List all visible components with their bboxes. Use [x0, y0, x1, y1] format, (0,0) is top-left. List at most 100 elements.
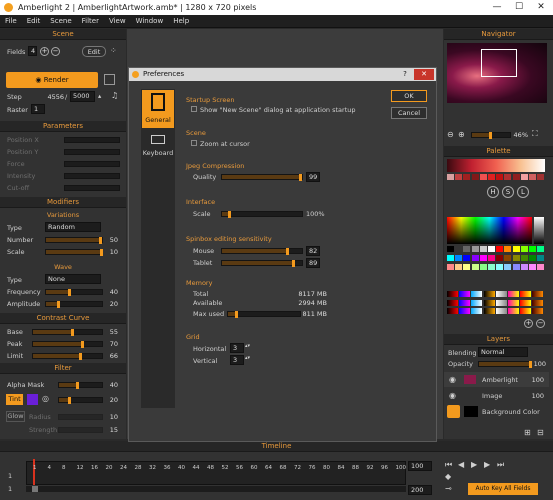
palette-gradient-swatch[interactable] [447, 308, 458, 314]
fields-input[interactable]: 4 [28, 46, 37, 56]
scatter-icon[interactable]: ⁘ [110, 46, 117, 55]
palette-swatch[interactable] [471, 174, 479, 180]
ok-button[interactable]: OK [391, 90, 427, 102]
palette-swatch[interactable] [488, 264, 495, 270]
blending-select[interactable]: Normal [478, 347, 528, 357]
palette-swatch[interactable] [496, 246, 504, 252]
grid-vertical-input[interactable]: 3 [230, 355, 244, 365]
memory-maxused-slider[interactable] [227, 311, 301, 318]
auto-key-button[interactable]: Auto Key All Fields [468, 483, 538, 495]
go-start-icon[interactable]: ⏮ [445, 460, 452, 470]
palette-swatch[interactable] [455, 174, 463, 180]
palette-swatch[interactable] [537, 246, 545, 252]
palette-swatch[interactable] [512, 174, 520, 180]
palette-swatch[interactable] [537, 264, 545, 270]
palette-swatch[interactable] [520, 246, 528, 252]
color-spectrum[interactable] [447, 217, 532, 244]
minimize-button[interactable]: — [486, 0, 508, 15]
timeline-scrollbar[interactable] [26, 486, 406, 492]
amplitude-slider[interactable] [45, 301, 103, 308]
base-slider[interactable] [32, 329, 103, 336]
next-key-icon[interactable]: ▶ [484, 460, 490, 469]
palette-swatch[interactable] [479, 264, 487, 270]
edit-fields-button[interactable]: Edit [82, 46, 106, 57]
limit-slider[interactable] [32, 353, 103, 360]
palette-gradient-swatch[interactable] [495, 299, 507, 306]
tab-keyboard[interactable]: Keyboard [142, 131, 174, 163]
palette-swatch[interactable] [529, 264, 536, 270]
palette-swatch[interactable] [479, 246, 487, 252]
palette-swatch[interactable] [529, 246, 536, 252]
palette-gradient-swatch[interactable] [483, 308, 495, 314]
raster-select[interactable]: 1 [31, 104, 45, 114]
maximize-button[interactable]: ☐ [508, 0, 530, 15]
menu-view[interactable]: View [104, 15, 131, 28]
number-slider[interactable] [45, 237, 103, 244]
palette-gradient-swatch[interactable] [471, 308, 483, 314]
wave-type-select[interactable]: None [45, 274, 101, 284]
palette-gradient-swatch[interactable] [508, 308, 519, 314]
link-icon[interactable]: ⊸ [445, 484, 452, 493]
palette-swatch[interactable] [512, 246, 520, 252]
palette-swatch[interactable] [471, 246, 479, 252]
palette-swatch[interactable] [479, 255, 487, 261]
horizontal-spin-icon[interactable]: ▴▾ [245, 343, 250, 349]
palette-swatch[interactable] [447, 255, 454, 261]
palette-swatch[interactable] [520, 264, 528, 270]
add-field-icon[interactable]: + [40, 47, 49, 56]
palette-gradient-swatch[interactable] [520, 299, 532, 306]
peak-slider[interactable] [32, 341, 103, 348]
brightness-bar[interactable] [534, 217, 544, 244]
tint-color-swatch[interactable] [27, 394, 38, 405]
palette-s-icon[interactable]: S [502, 186, 514, 198]
step-stepper-icon[interactable]: ▴ [98, 92, 101, 100]
palette-swatch[interactable] [496, 255, 504, 261]
palette-gradient-swatch[interactable] [508, 291, 519, 297]
palette-gradient-swatch[interactable] [495, 291, 507, 297]
menu-scene[interactable]: Scene [45, 15, 76, 28]
palette-gradient-swatch[interactable] [508, 299, 519, 306]
navigator-preview[interactable] [447, 43, 547, 103]
zoom-cursor-checkbox[interactable] [191, 140, 197, 146]
palette-swatch[interactable] [463, 255, 471, 261]
palette-gradient-swatch[interactable] [459, 308, 471, 314]
menu-help[interactable]: Help [168, 15, 194, 28]
scale-slider[interactable] [45, 249, 103, 256]
play-icon[interactable]: ▶ [471, 460, 477, 469]
mouse-slider[interactable] [221, 248, 303, 255]
palette-gradient-swatch[interactable] [459, 291, 471, 297]
palette-gradient-swatch[interactable] [447, 291, 458, 297]
palette-swatch[interactable] [537, 174, 545, 180]
palette-swatch[interactable] [529, 174, 536, 180]
vertical-spin-icon[interactable]: ▴▾ [245, 355, 250, 361]
headphones-icon[interactable]: ♫ [111, 91, 118, 100]
palette-swatch[interactable] [455, 246, 463, 252]
timeline-range-field[interactable]: 200 [408, 485, 432, 495]
palette-gradient-swatch[interactable] [447, 299, 458, 306]
dialog-help-button[interactable]: ? [398, 68, 412, 81]
palette-remove-icon[interactable]: − [536, 319, 545, 328]
palette-swatch[interactable] [512, 255, 520, 261]
palette-gradient-swatch[interactable] [459, 299, 471, 306]
frequency-slider[interactable] [45, 289, 103, 296]
interface-scale-slider[interactable] [221, 211, 303, 218]
palette-swatch[interactable] [447, 174, 454, 180]
eye-icon[interactable]: ◉ [449, 391, 456, 400]
palette-swatch[interactable] [504, 246, 512, 252]
zoom-out-icon[interactable]: ⊖ [447, 130, 454, 139]
layer-row[interactable]: Background Color [444, 404, 549, 419]
timeline-ruler[interactable]: 1 4 8 12 16 20 24 28 32 36 40 44 48 52 56 60 64 68 72 76 80 8… [26, 459, 406, 485]
palette-gradient-swatch[interactable] [520, 308, 532, 314]
palette-swatch[interactable] [496, 264, 504, 270]
palette-swatch[interactable] [496, 174, 504, 180]
menu-file[interactable]: File [0, 15, 22, 28]
background-eye-icon[interactable] [447, 405, 460, 418]
palette-swatch[interactable] [488, 255, 495, 261]
color-picker-icon[interactable]: ◎ [42, 394, 49, 403]
palette-gradient-swatch[interactable] [483, 299, 495, 306]
palette-swatch[interactable] [537, 255, 545, 261]
palette-swatch[interactable] [529, 255, 536, 261]
palette-swatch[interactable] [463, 264, 471, 270]
playhead[interactable] [33, 459, 35, 485]
timeline-end-field[interactable]: 100 [408, 461, 432, 471]
